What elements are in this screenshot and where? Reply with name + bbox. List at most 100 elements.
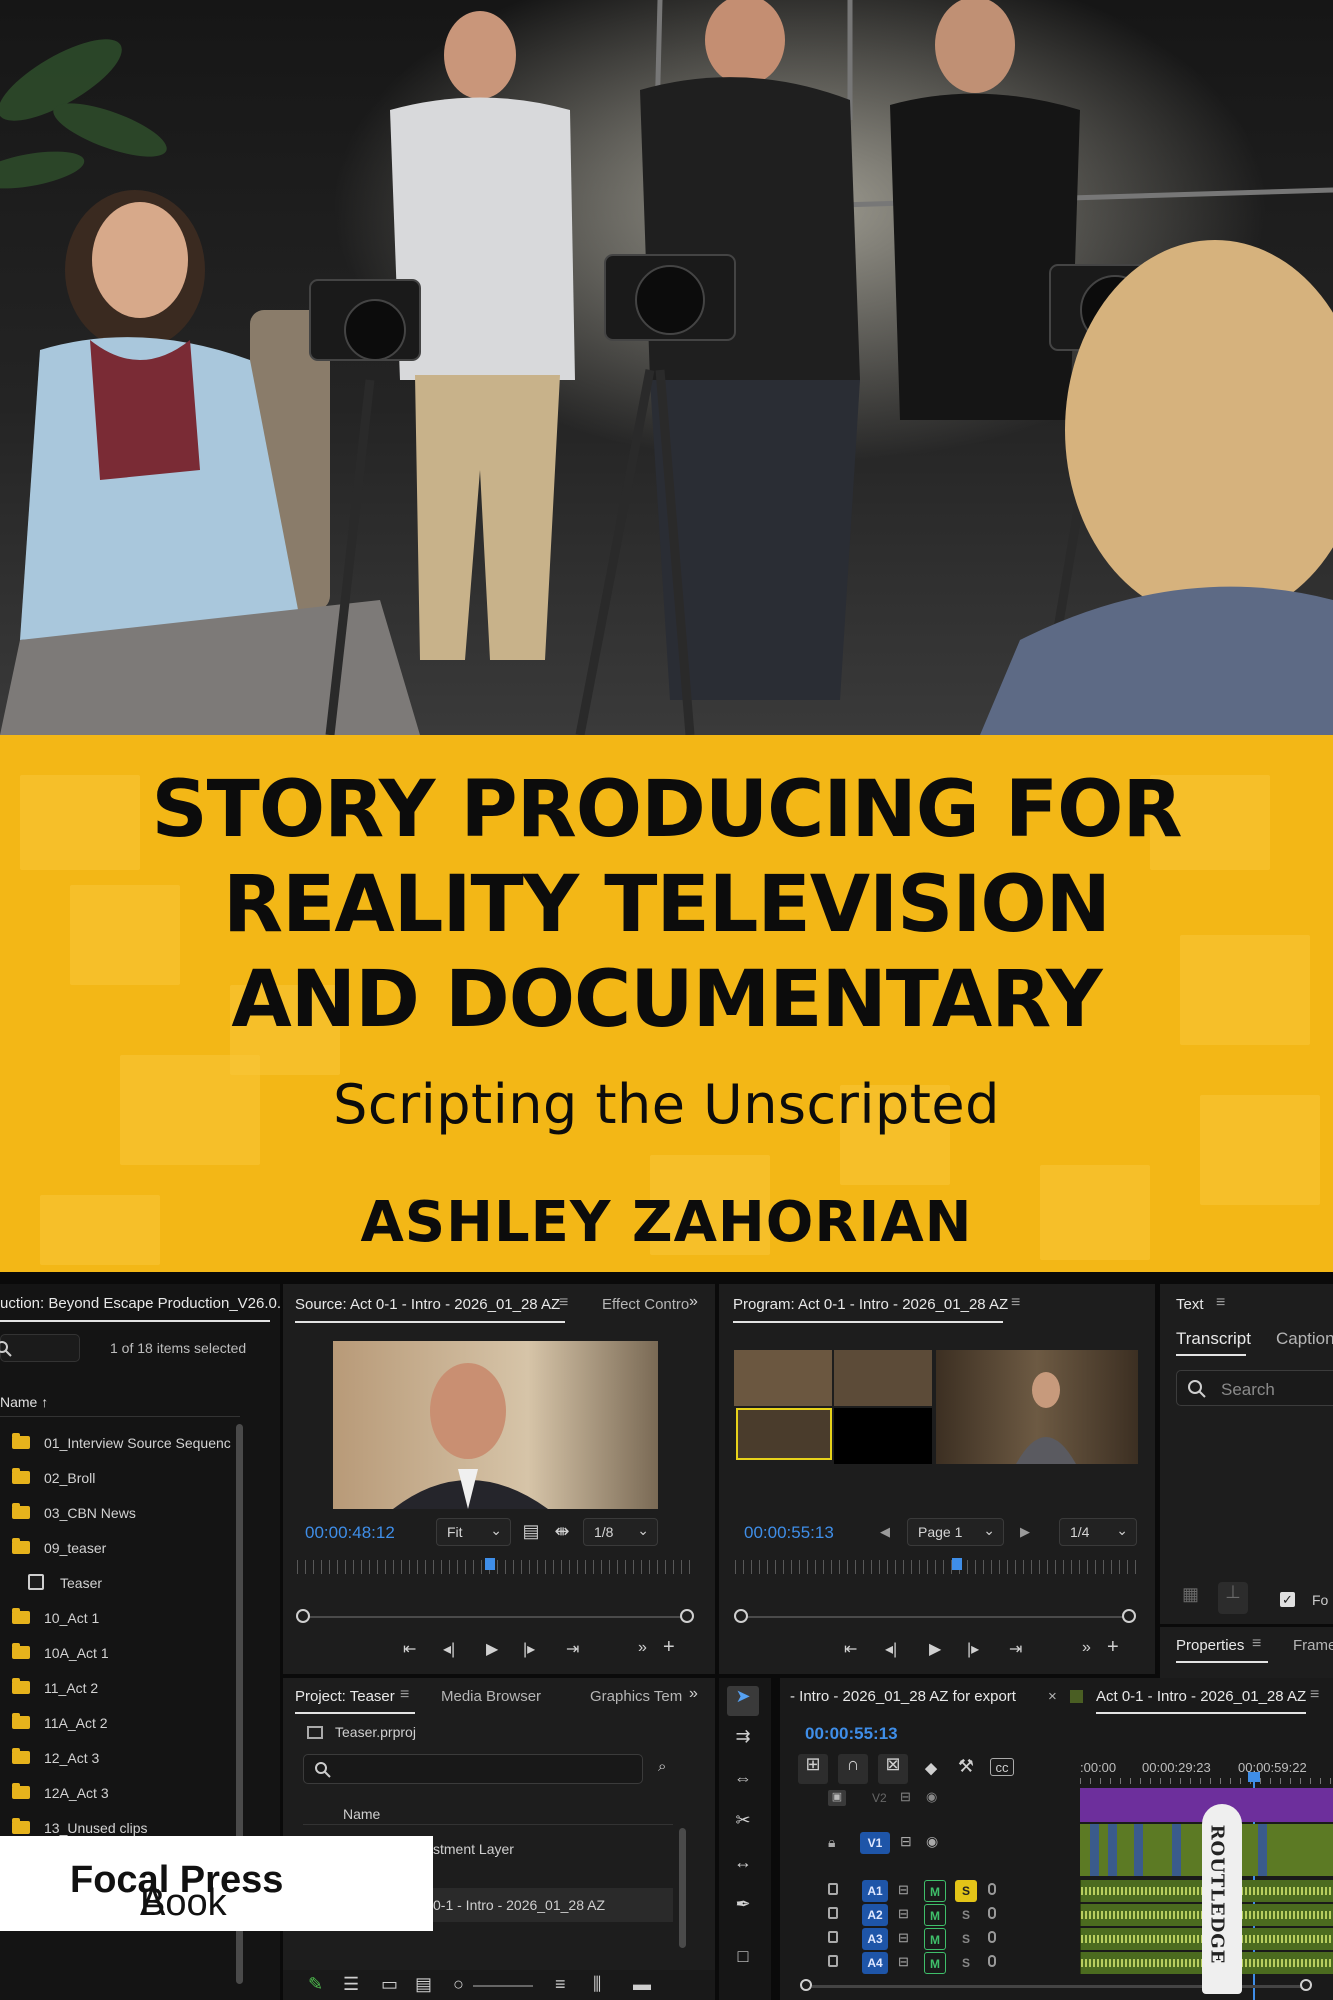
project-item[interactable]: 01_Interview Source Sequenc bbox=[0, 1426, 270, 1461]
tab-program[interactable]: Program: Act 0-1 - Intro - 2026_01_28 AZ bbox=[733, 1296, 1008, 1313]
mute-button[interactable]: M bbox=[924, 1952, 946, 1974]
more-controls-icon[interactable]: » bbox=[638, 1639, 647, 1657]
source-menu-icon[interactable]: ≡ bbox=[559, 1294, 568, 1312]
program-menu-icon[interactable]: ≡ bbox=[1011, 1294, 1020, 1312]
tab-source[interactable]: Source: Act 0-1 - Intro - 2026_01_28 AZ bbox=[295, 1296, 560, 1313]
track-target-audio[interactable]: A3 bbox=[862, 1928, 888, 1950]
add-marker-icon[interactable]: ⬥ bbox=[920, 1758, 942, 1779]
solo-button[interactable]: S bbox=[955, 1904, 977, 1926]
mute-button[interactable]: M bbox=[924, 1904, 946, 1926]
source-playhead[interactable] bbox=[485, 1558, 495, 1570]
scrub-end-handle[interactable] bbox=[1122, 1609, 1136, 1623]
properties-menu-icon[interactable]: ≡ bbox=[1252, 1635, 1261, 1653]
timeline-scrollbar[interactable] bbox=[790, 1979, 1330, 1992]
track-target-audio[interactable]: A2 bbox=[862, 1904, 888, 1926]
program-time-ruler[interactable] bbox=[735, 1560, 1137, 1574]
export-icon[interactable]: ▦ bbox=[1182, 1584, 1199, 1605]
sync-lock-icon[interactable]: ⊟ bbox=[898, 1882, 909, 1898]
multicam-angle-2[interactable] bbox=[834, 1350, 932, 1406]
program-scrubber[interactable] bbox=[743, 1616, 1128, 1618]
more-tabs-icon[interactable]: » bbox=[689, 1685, 698, 1703]
nest-icon[interactable]: ⊞ bbox=[798, 1754, 828, 1784]
go-to-out-icon[interactable]: ⇥ bbox=[1009, 1639, 1022, 1659]
bin-scrollbar[interactable] bbox=[679, 1828, 686, 1948]
selection-tool-icon[interactable]: ➤ bbox=[727, 1686, 759, 1716]
solo-button[interactable]: S bbox=[955, 1952, 977, 1974]
bin-menu-icon[interactable]: ≡ bbox=[400, 1686, 409, 1704]
project-item[interactable]: 03_CBN News bbox=[0, 1496, 270, 1531]
mute-button[interactable]: M bbox=[924, 1880, 946, 1902]
column-name-header[interactable]: Name ↑ bbox=[0, 1394, 48, 1410]
zoom-slider-track[interactable] bbox=[473, 1985, 533, 1987]
track-target-v1[interactable]: V1 bbox=[860, 1832, 890, 1854]
checkbox[interactable]: ✓ bbox=[1280, 1592, 1295, 1607]
sync-lock-icon[interactable]: ⊟ bbox=[898, 1906, 909, 1922]
project-item[interactable]: 12_Act 3 bbox=[0, 1741, 270, 1776]
program-playhead[interactable] bbox=[952, 1558, 962, 1570]
text-menu-icon[interactable]: ≡ bbox=[1216, 1294, 1225, 1312]
zoom-slider-icon[interactable]: ○ bbox=[453, 1974, 464, 1995]
step-forward-icon[interactable]: |▸ bbox=[523, 1639, 535, 1659]
project-item[interactable]: 11A_Act 2 bbox=[0, 1706, 270, 1741]
voiceover-mic-icon[interactable] bbox=[988, 1955, 996, 1967]
razor-icon[interactable]: ✂ bbox=[727, 1810, 759, 1831]
multicam-angle-3[interactable] bbox=[736, 1408, 832, 1460]
tab-captions[interactable]: Caption bbox=[1276, 1329, 1333, 1349]
tab-timeline-export[interactable]: - Intro - 2026_01_28 AZ for export bbox=[790, 1688, 1016, 1705]
eye-icon[interactable]: ◉ bbox=[926, 1833, 938, 1850]
timeline-ruler[interactable]: :00:00 00:00:29:23 00:00:59:22 bbox=[1080, 1754, 1333, 1784]
rectangle-tool-icon[interactable]: □ bbox=[727, 1946, 759, 1967]
tab-properties[interactable]: Properties bbox=[1176, 1637, 1244, 1654]
sync-lock-icon[interactable]: ⊟ bbox=[900, 1833, 912, 1850]
program-timecode[interactable]: 00:00:55:13 bbox=[744, 1523, 834, 1543]
pen-tool-icon[interactable]: ✒ bbox=[727, 1894, 759, 1915]
prev-page-icon[interactable]: ◀ bbox=[880, 1524, 890, 1540]
more-controls-icon[interactable]: » bbox=[1082, 1639, 1091, 1657]
bin-search-input[interactable] bbox=[303, 1754, 643, 1784]
align-icon[interactable]: ⊥ bbox=[1218, 1582, 1248, 1614]
add-button-icon[interactable]: + bbox=[1107, 1636, 1119, 1659]
project-panel-title[interactable]: uction: Beyond Escape Production_V26.0.0 bbox=[0, 1295, 280, 1312]
zoom-dropdown[interactable]: Fit ⌄ bbox=[436, 1518, 511, 1546]
timeline-timecode[interactable]: 00:00:55:13 bbox=[805, 1724, 898, 1744]
step-back-icon[interactable]: ◂| bbox=[443, 1639, 455, 1659]
multicam-angle-1[interactable] bbox=[734, 1350, 832, 1406]
scrub-end-handle[interactable] bbox=[680, 1609, 694, 1623]
add-button-icon[interactable]: + bbox=[663, 1636, 675, 1659]
tab-project-teaser[interactable]: Project: Teaser bbox=[295, 1688, 395, 1705]
scrub-start-handle[interactable] bbox=[296, 1609, 310, 1623]
voiceover-mic-icon[interactable] bbox=[988, 1907, 996, 1919]
insert-icon[interactable]: ⇼ bbox=[551, 1521, 573, 1542]
lock-icon[interactable]: 🔒︎ bbox=[828, 1834, 835, 1851]
program-resolution-dropdown[interactable]: 1/4 ⌄ bbox=[1059, 1518, 1137, 1546]
list-view-icon[interactable]: ☰ bbox=[343, 1974, 359, 1995]
source-time-ruler[interactable] bbox=[297, 1560, 697, 1574]
automate-icon[interactable]: ⫼ bbox=[593, 1974, 601, 1995]
voiceover-mic-icon[interactable] bbox=[988, 1883, 996, 1895]
project-item[interactable]: 11_Act 2 bbox=[0, 1671, 270, 1706]
sync-lock-icon[interactable]: ⊟ bbox=[900, 1789, 911, 1805]
lock-icon[interactable]: ▣ bbox=[828, 1790, 846, 1806]
folder-icon[interactable]: ▬ bbox=[633, 1974, 651, 1995]
next-page-icon[interactable]: ▶ bbox=[1020, 1524, 1030, 1540]
wrench-icon[interactable]: ⚒ bbox=[955, 1756, 977, 1777]
lock-icon[interactable] bbox=[828, 1955, 838, 1967]
play-icon[interactable]: ▶ bbox=[486, 1639, 498, 1659]
step-forward-icon[interactable]: |▸ bbox=[967, 1639, 979, 1659]
tab-graphics-templates[interactable]: Graphics Tem bbox=[590, 1688, 682, 1705]
lock-icon[interactable] bbox=[828, 1907, 838, 1919]
track-target-audio[interactable]: A1 bbox=[862, 1880, 888, 1902]
project-item[interactable]: 10_Act 1 bbox=[0, 1601, 270, 1636]
eye-icon[interactable]: ◉ bbox=[926, 1789, 937, 1805]
voiceover-mic-icon[interactable] bbox=[988, 1931, 996, 1943]
lock-icon[interactable] bbox=[828, 1883, 838, 1895]
close-tab-icon[interactable]: × bbox=[1048, 1688, 1057, 1705]
project-item[interactable]: 02_Broll bbox=[0, 1461, 270, 1496]
go-to-out-icon[interactable]: ⇥ bbox=[566, 1639, 579, 1659]
project-item[interactable]: 09_teaser bbox=[0, 1531, 270, 1566]
lock-icon[interactable] bbox=[828, 1931, 838, 1943]
mute-button[interactable]: M bbox=[924, 1928, 946, 1950]
tab-transcript[interactable]: Transcript bbox=[1176, 1329, 1251, 1349]
more-tabs-icon[interactable]: » bbox=[689, 1293, 698, 1311]
solo-button[interactable]: S bbox=[955, 1880, 977, 1902]
